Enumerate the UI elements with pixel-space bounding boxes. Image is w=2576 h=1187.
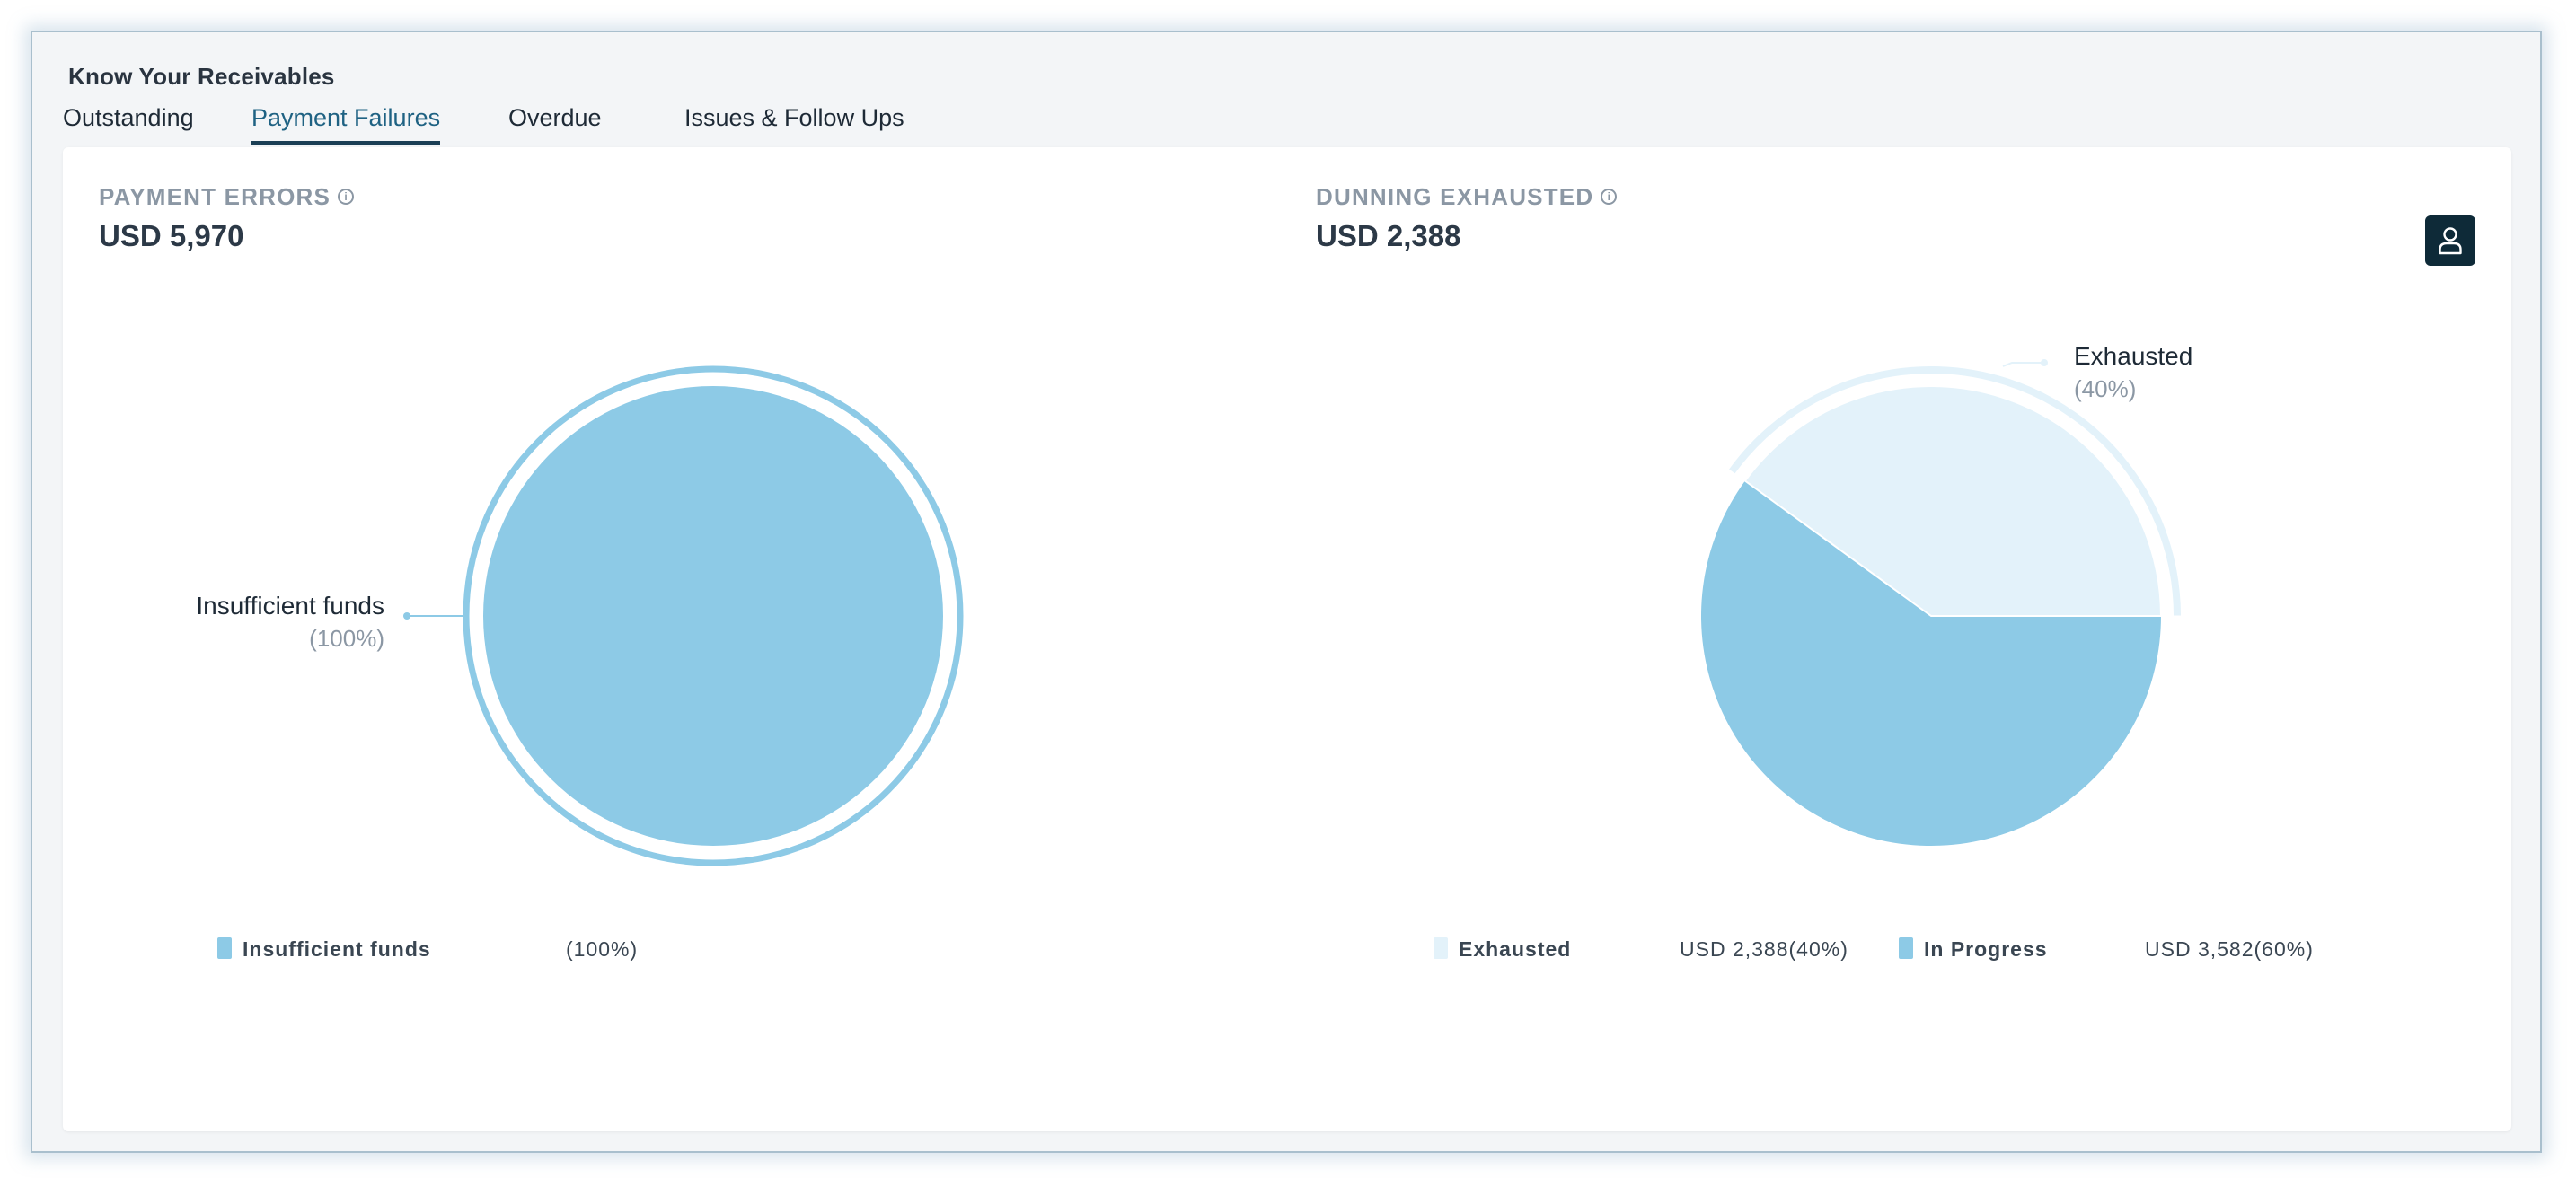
tab-overdue[interactable]: Overdue (508, 104, 602, 141)
slice-label-percent: (40%) (2074, 375, 2136, 402)
pie-slice-insufficient-funds (483, 386, 943, 846)
tab-outstanding[interactable]: Outstanding (63, 104, 194, 141)
payment-failures-card: PAYMENT ERRORS i USD 5,970 DUNNING EXHAUS… (63, 147, 2511, 1131)
slice-label-percent: (100%) (309, 625, 384, 652)
label-leader-dot (2041, 359, 2048, 366)
pie-charts: Insufficient funds (100%) Exhausted (40%) (196, 342, 2192, 866)
dashboard-frame: Know Your Receivables Outstanding Paymen… (31, 31, 2542, 1153)
slice-label-name: Insufficient funds (196, 592, 384, 620)
label-leader-dot (403, 612, 410, 620)
tab-issues-follow-ups[interactable]: Issues & Follow Ups (684, 104, 904, 141)
dunning-exhausted-pie: Exhausted (40%) (1701, 342, 2192, 846)
label-leader-line (2002, 362, 2044, 367)
payment-errors-pie: Insufficient funds (100%) (196, 365, 964, 866)
user-button[interactable] (2425, 215, 2475, 266)
tab-payment-failures[interactable]: Payment Failures (251, 104, 441, 145)
slice-label-name: Exhausted (2074, 342, 2192, 370)
user-icon (2439, 227, 2462, 255)
page-title: Know Your Receivables (68, 63, 335, 90)
